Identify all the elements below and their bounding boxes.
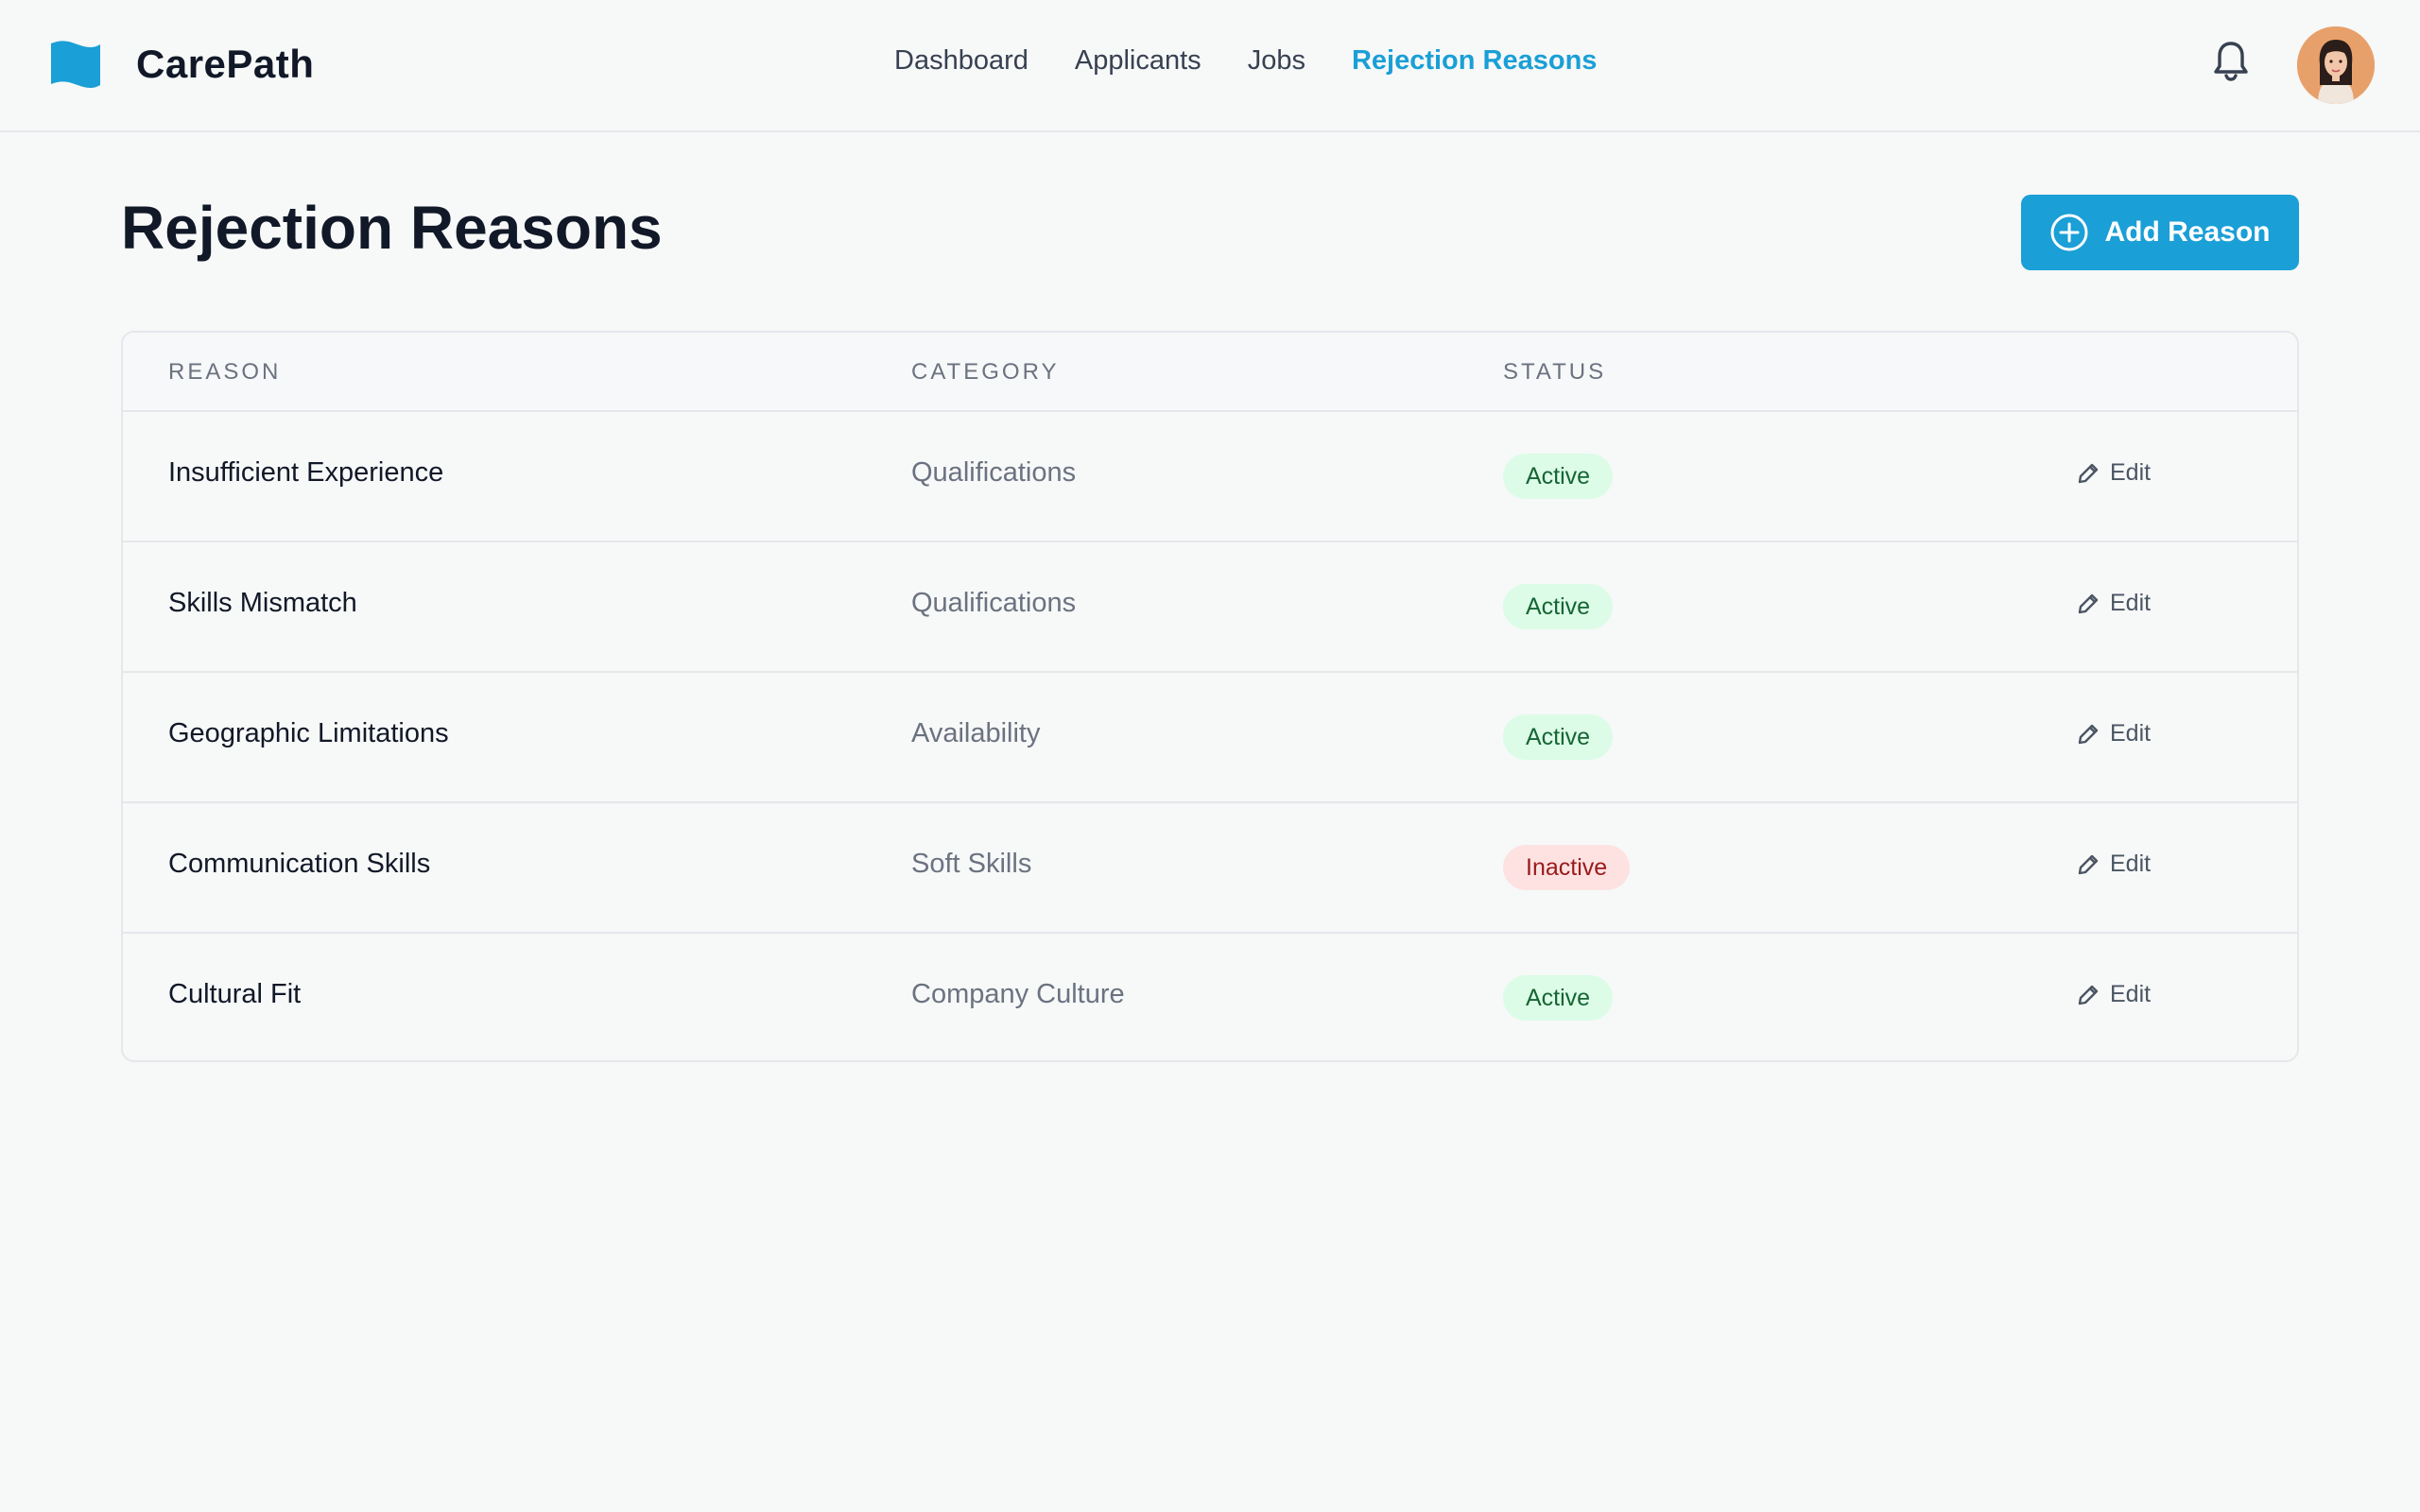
edit-label: Edit: [2110, 590, 2152, 616]
table-header: REASON CATEGORY STATUS: [123, 333, 2297, 412]
pencil-icon: [2078, 854, 2099, 874]
nav-item-jobs[interactable]: Jobs: [1248, 45, 1305, 77]
user-avatar[interactable]: [2297, 26, 2375, 104]
status-badge: Active: [1503, 714, 1614, 760]
edit-button[interactable]: Edit: [2076, 981, 2151, 1008]
column-header-reason: REASON: [168, 359, 282, 385]
app-name: CarePath: [136, 42, 315, 86]
add-reason-label: Add Reason: [2104, 216, 2271, 248]
edit-label: Edit: [2110, 720, 2152, 747]
page-title: Rejection Reasons: [121, 194, 663, 262]
category-cell: Qualifications: [911, 457, 1077, 488]
column-header-status: STATUS: [1503, 359, 1607, 385]
reason-cell: Cultural Fit: [168, 979, 302, 1009]
main-nav: Dashboard Applicants Jobs Rejection Reas…: [894, 45, 1643, 77]
category-cell: Availability: [911, 718, 1041, 748]
pencil-icon: [2078, 985, 2099, 1005]
category-cell: Qualifications: [911, 588, 1077, 618]
add-reason-button[interactable]: Add Reason: [2021, 195, 2299, 270]
avatar-portrait: [2297, 26, 2375, 104]
table-row: Insufficient Experience Qualifications A…: [123, 412, 2297, 542]
edit-button[interactable]: Edit: [2076, 850, 2151, 878]
status-badge: Active: [1503, 584, 1614, 629]
reason-cell: Insufficient Experience: [168, 457, 444, 488]
table-row: Communication Skills Soft Skills Inactiv…: [123, 803, 2297, 934]
reason-cell: Geographic Limitations: [168, 718, 449, 748]
status-badge: Active: [1503, 975, 1614, 1021]
bell-icon[interactable]: [2212, 40, 2250, 81]
plus-circle-icon: [2050, 214, 2088, 251]
flag-logo-icon: [51, 41, 100, 89]
edit-label: Edit: [2110, 459, 2152, 486]
status-badge: Active: [1503, 454, 1614, 499]
column-header-category: CATEGORY: [911, 359, 1060, 385]
brand[interactable]: CarePath: [49, 38, 314, 91]
nav-item-applicants[interactable]: Applicants: [1075, 45, 1201, 77]
reason-cell: Communication Skills: [168, 849, 431, 879]
pencil-icon: [2078, 724, 2099, 744]
nav-item-dashboard[interactable]: Dashboard: [894, 45, 1028, 77]
pencil-icon: [2078, 593, 2099, 613]
category-cell: Soft Skills: [911, 849, 1032, 879]
status-badge: Inactive: [1503, 845, 1631, 890]
reason-cell: Skills Mismatch: [168, 588, 357, 618]
edit-label: Edit: [2110, 850, 2152, 877]
category-cell: Company Culture: [911, 979, 1125, 1009]
edit-button[interactable]: Edit: [2076, 590, 2151, 617]
edit-label: Edit: [2110, 981, 2152, 1007]
edit-button[interactable]: Edit: [2076, 459, 2151, 487]
nav-item-rejection-reasons[interactable]: Rejection Reasons: [1352, 45, 1597, 77]
pencil-icon: [2078, 463, 2099, 483]
rejection-reasons-table: REASON CATEGORY STATUS Insufficient Expe…: [121, 331, 2299, 1062]
table-row: Skills Mismatch Qualifications Active Ed…: [123, 542, 2297, 673]
edit-button[interactable]: Edit: [2076, 720, 2151, 747]
top-navigation-bar: CarePath Dashboard Applicants Jobs Rejec…: [0, 0, 2420, 132]
table-row: Cultural Fit Company Culture Active Edit: [123, 934, 2297, 1060]
table-row: Geographic Limitations Availability Acti…: [123, 673, 2297, 803]
